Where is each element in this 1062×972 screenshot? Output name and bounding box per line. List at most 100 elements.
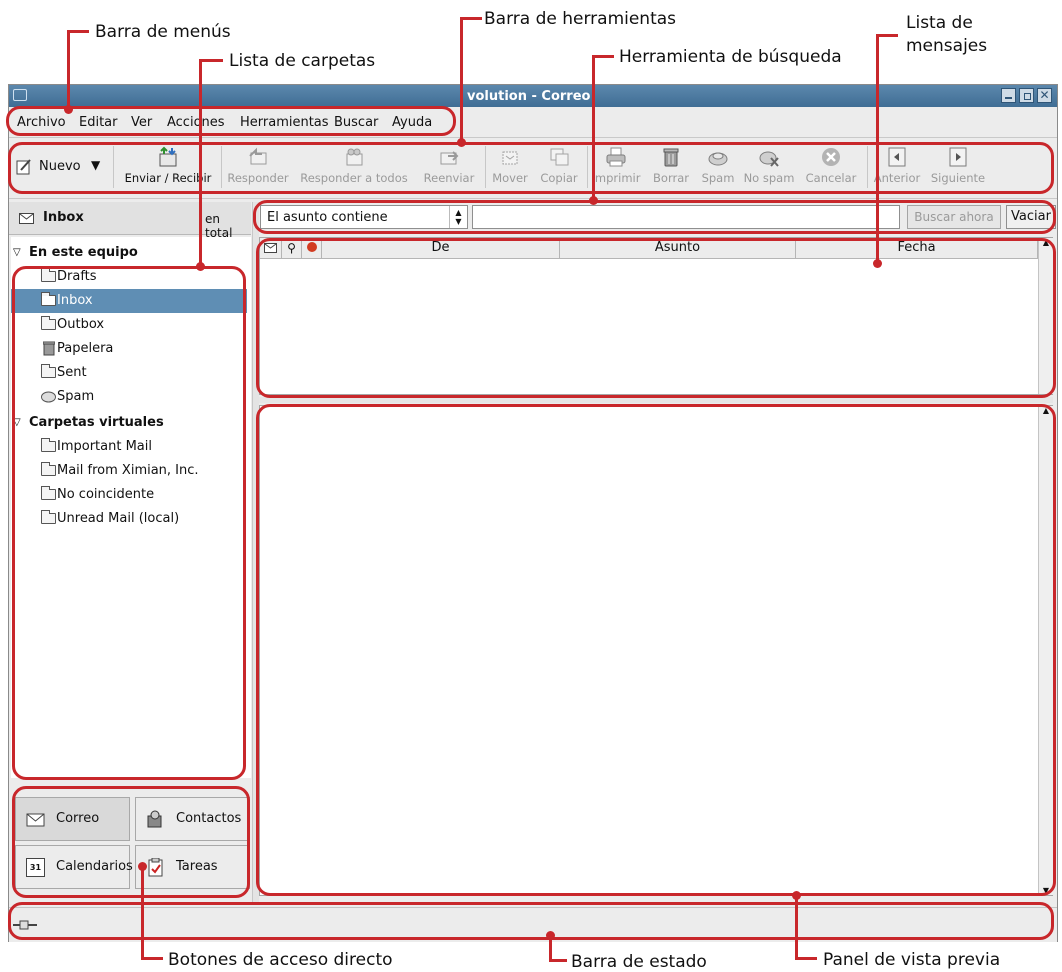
clear-button[interactable]: Vaciar — [1006, 205, 1056, 229]
message-list-scrollbar[interactable]: ▲ — [1038, 238, 1053, 394]
menu-archivo[interactable]: Archivo — [17, 115, 66, 130]
expander-icon[interactable]: ▽ — [13, 411, 21, 435]
move-icon — [502, 151, 518, 165]
spam-button[interactable]: Spam — [697, 146, 739, 185]
leader-preview-pane — [795, 957, 817, 960]
search-input[interactable] — [472, 205, 900, 229]
leader-dot — [546, 931, 555, 940]
folder-unread-mail[interactable]: Unread Mail (local) — [11, 507, 247, 531]
column-subject[interactable]: Asunto — [560, 238, 796, 258]
folder-papelera[interactable]: Papelera — [11, 337, 247, 361]
folder-no-coincidente[interactable]: No coincidente — [11, 483, 247, 507]
column-attachment[interactable]: ⚲ — [282, 238, 302, 258]
folder-sent[interactable]: Sent — [11, 361, 247, 385]
leader-shortcuts — [141, 866, 144, 960]
folder-icon — [41, 268, 56, 282]
folder-drafts[interactable]: Drafts — [11, 265, 247, 289]
menu-buscar[interactable]: Buscar — [334, 115, 378, 130]
cancel-label: Cancelar — [805, 171, 857, 185]
annotation-menu-bar: Barra de menús — [95, 22, 231, 42]
folder-important-mail[interactable]: Important Mail — [11, 435, 247, 459]
annotation-toolbar: Barra de herramientas — [484, 9, 677, 29]
outbox-icon — [41, 316, 56, 330]
preview-pane-scrollbar[interactable]: ▲ ▼ — [1038, 406, 1053, 895]
menu-ver[interactable]: Ver — [131, 115, 152, 130]
column-flag[interactable] — [302, 238, 322, 258]
new-label: Nuevo — [39, 159, 81, 174]
leader-dot — [873, 259, 882, 268]
folder-spam[interactable]: Spam — [11, 385, 247, 409]
leader-message-list — [876, 34, 898, 37]
annotation-preview-pane: Panel de vista previa — [823, 950, 1001, 970]
sidebar-header: Inbox en total — [9, 202, 251, 240]
scroll-up-icon[interactable]: ▲ — [1039, 406, 1053, 415]
folder-group-virtual[interactable]: ▽ Carpetas virtuales — [11, 411, 247, 435]
forward-icon — [440, 151, 459, 165]
column-status[interactable] — [260, 238, 282, 258]
connection-plug-icon — [13, 920, 37, 930]
folder-label: Unread Mail (local) — [57, 511, 180, 526]
folder-group-local[interactable]: ▽ En este equipo — [11, 241, 247, 265]
copy-button[interactable]: Copiar — [535, 146, 583, 185]
delete-button[interactable]: Borrar — [647, 146, 695, 185]
find-now-button[interactable]: Buscar ahora — [907, 205, 1001, 229]
reply-all-button[interactable]: Responder a todos — [297, 146, 411, 185]
shortcut-correo[interactable]: Correo — [15, 797, 130, 841]
shortcut-contactos[interactable]: Contactos — [135, 797, 250, 841]
column-from[interactable]: De — [322, 238, 560, 258]
sidebar-splitter[interactable] — [252, 202, 259, 902]
scroll-down-icon[interactable]: ▼ — [1039, 886, 1053, 895]
folder-icon — [41, 438, 56, 452]
shortcut-tareas[interactable]: Tareas — [135, 845, 250, 889]
sidebar-header-title: Inbox — [43, 210, 84, 225]
folder-group-label: Carpetas virtuales — [29, 415, 164, 430]
folder-label: No coincidente — [57, 487, 155, 502]
trash-icon — [663, 148, 679, 167]
menu-acciones[interactable]: Acciones — [167, 115, 225, 130]
minimize-button[interactable] — [1001, 88, 1016, 103]
not-spam-button[interactable]: No spam — [741, 146, 797, 185]
forward-button[interactable]: Reenviar — [417, 146, 481, 185]
column-date[interactable]: Fecha — [796, 238, 1038, 258]
move-label: Mover — [492, 171, 528, 185]
close-button[interactable]: ✕ — [1037, 88, 1052, 103]
select-arrows-icon: ▲ ▼ — [449, 206, 467, 228]
leader-search-tool — [592, 55, 595, 202]
new-button[interactable]: Nuevo ▼ — [13, 154, 111, 182]
reply-button[interactable]: Responder — [223, 146, 293, 185]
expander-icon[interactable]: ▽ — [13, 241, 21, 265]
next-button[interactable]: Siguiente — [927, 146, 989, 185]
menu-editar[interactable]: Editar — [79, 115, 118, 130]
shortcut-calendarios[interactable]: 31 Calendarios — [15, 845, 133, 889]
toolbar-separator — [587, 146, 588, 188]
folder-label: Important Mail — [57, 439, 152, 454]
pane-splitter[interactable] — [259, 397, 1053, 403]
send-receive-icon — [159, 146, 177, 167]
envelope-icon — [264, 243, 277, 253]
move-button[interactable]: Mover — [487, 146, 533, 185]
delete-label: Borrar — [653, 171, 689, 185]
search-bar: El asunto contiene ▲ ▼ Buscar ahora Vacia… — [259, 202, 1057, 234]
folder-inbox[interactable]: Inbox — [11, 289, 247, 313]
menu-herramientas[interactable]: Herramientas — [240, 115, 329, 130]
menu-ayuda[interactable]: Ayuda — [392, 115, 432, 130]
folder-group-label: En este equipo — [29, 245, 138, 260]
chevron-down-icon[interactable]: ▼ — [91, 158, 100, 172]
tasks-icon — [148, 858, 163, 877]
evolution-window: volution - Correo ✕ Archivo Editar Ver A… — [8, 84, 1058, 942]
cancel-icon — [822, 148, 840, 166]
folder-mail-from-ximian[interactable]: Mail from Ximian, Inc. — [11, 459, 247, 483]
trash-icon — [43, 341, 55, 356]
folder-outbox[interactable]: Outbox — [11, 313, 247, 337]
send-receive-button[interactable]: Enviar / Recibir — [117, 146, 219, 185]
window-title: volution - Correo — [467, 89, 591, 104]
search-condition-select[interactable]: El asunto contiene ▲ ▼ — [260, 205, 468, 229]
shortcut-label: Contactos — [176, 811, 242, 826]
leader-dot — [792, 891, 801, 900]
print-button[interactable]: Imprimir — [589, 146, 643, 185]
forward-label: Reenviar — [423, 171, 475, 185]
scroll-up-icon[interactable]: ▲ — [1039, 238, 1053, 247]
cancel-button[interactable]: Cancelar — [801, 146, 861, 185]
folder-list: ▽ En este equipo Drafts Inbox Outbox Pap… — [11, 237, 251, 778]
maximize-button[interactable] — [1019, 88, 1034, 103]
